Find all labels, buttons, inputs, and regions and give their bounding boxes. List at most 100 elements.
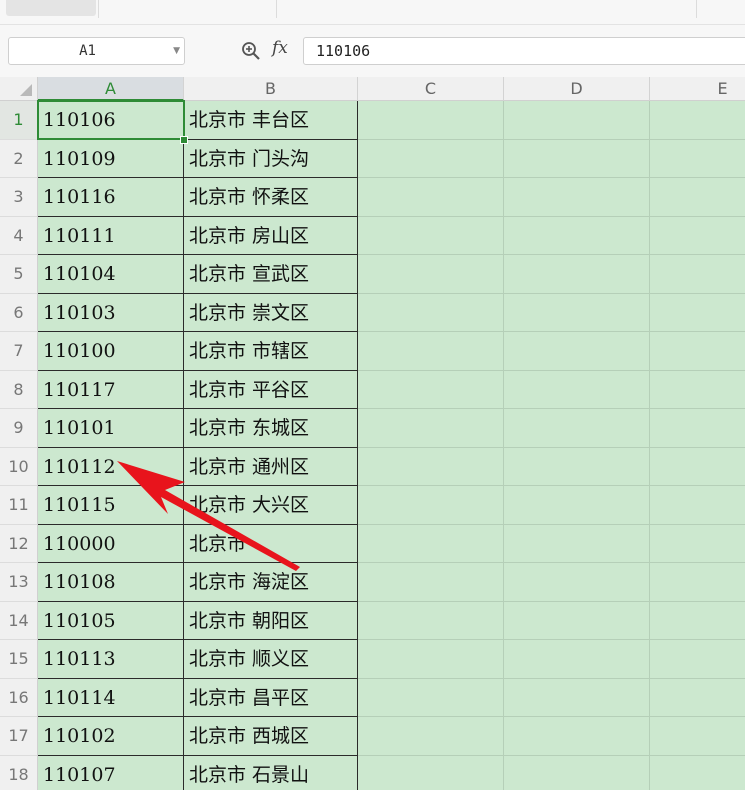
row-header[interactable]: 12 — [0, 524, 38, 563]
table-row: 6 110103 北京市 崇文区 — [0, 293, 745, 332]
table-row: 18 110107 北京市 石景山 — [0, 755, 745, 790]
spreadsheet-grid: A B C D E 1 110106 北京市 丰台区 2 110109 北京市 门头沟 3 1… — [0, 77, 745, 790]
name-box-value: A1 — [79, 43, 96, 59]
column-header-a[interactable]: A — [38, 77, 184, 101]
column-header-e[interactable]: E — [650, 77, 745, 101]
cell-b[interactable]: 北京市 西城区 — [184, 717, 358, 756]
row-header[interactable]: 15 — [0, 640, 38, 679]
cell-b[interactable]: 北京市 宣武区 — [184, 255, 358, 294]
toolbar-button-7[interactable] — [548, 0, 690, 16]
row-header[interactable]: 3 — [0, 178, 38, 217]
table-row: 7 110100 北京市 市辖区 — [0, 332, 745, 371]
cell-b[interactable]: 北京市 朝阳区 — [184, 601, 358, 640]
cell-b[interactable]: 北京市 海淀区 — [184, 563, 358, 602]
toolbar-separator — [98, 0, 99, 18]
name-box[interactable]: A1 ▼ — [8, 37, 185, 65]
row-header[interactable]: 16 — [0, 678, 38, 717]
toolbar-button-6[interactable] — [466, 0, 540, 16]
formula-input[interactable]: 110106 — [303, 37, 745, 65]
cell-a[interactable]: 110109 — [38, 139, 184, 178]
cell-a[interactable]: 110000 — [38, 524, 184, 563]
cell-a[interactable]: 110102 — [38, 717, 184, 756]
table-row: 17 110102 北京市 西城区 — [0, 717, 745, 756]
fill-handle[interactable] — [180, 136, 188, 144]
cell-a[interactable]: 110116 — [38, 178, 184, 217]
table-row: 8 110117 北京市 平谷区 — [0, 370, 745, 409]
column-header-d[interactable]: D — [504, 77, 650, 101]
cell-a[interactable]: 110117 — [38, 370, 184, 409]
table-row: 5 110104 北京市 宣武区 — [0, 255, 745, 294]
fx-icon[interactable]: fx — [272, 38, 288, 58]
cell-b[interactable]: 北京市 平谷区 — [184, 370, 358, 409]
column-header-c[interactable]: C — [358, 77, 504, 101]
row-header[interactable]: 10 — [0, 447, 38, 486]
row-header[interactable]: 8 — [0, 370, 38, 409]
toolbar-button-8[interactable] — [704, 0, 745, 16]
cell-a[interactable]: 110104 — [38, 255, 184, 294]
zoom-magnifier-icon[interactable] — [241, 41, 263, 61]
cell-a[interactable]: 110103 — [38, 293, 184, 332]
table-row: 1 110106 北京市 丰台区 — [0, 101, 745, 140]
cell-b[interactable]: 北京市 昌平区 — [184, 678, 358, 717]
row-header[interactable]: 17 — [0, 717, 38, 756]
cell-a[interactable]: 110100 — [38, 332, 184, 371]
table-row: 15 110113 北京市 顺义区 — [0, 640, 745, 679]
toolbar-button-4[interactable] — [284, 0, 356, 16]
row-header[interactable]: 2 — [0, 139, 38, 178]
table-row: 16 110114 北京市 昌平区 — [0, 678, 745, 717]
table-row: 10 110112 北京市 通州区 — [0, 447, 745, 486]
row-header[interactable]: 1 — [0, 101, 38, 140]
toolbar-button-1[interactable] — [6, 0, 96, 16]
cell-b[interactable]: 北京市 房山区 — [184, 216, 358, 255]
cell-b[interactable]: 北京市 东城区 — [184, 409, 358, 448]
table-row: 14 110105 北京市 朝阳区 — [0, 601, 745, 640]
cell-b[interactable]: 北京市 通州区 — [184, 447, 358, 486]
table-row: 2 110109 北京市 门头沟 — [0, 139, 745, 178]
select-all-triangle-icon — [20, 84, 32, 96]
cell-a[interactable]: 110108 — [38, 563, 184, 602]
cell-a[interactable]: 110107 — [38, 755, 184, 790]
select-all-corner[interactable] — [0, 77, 38, 101]
cell-b[interactable]: 北京市 石景山 — [184, 755, 358, 790]
row-header[interactable]: 6 — [0, 293, 38, 332]
row-header[interactable]: 9 — [0, 409, 38, 448]
row-header[interactable]: 11 — [0, 486, 38, 525]
table-row: 13 110108 北京市 海淀区 — [0, 563, 745, 602]
chevron-down-icon[interactable]: ▼ — [173, 38, 180, 64]
toolbar-separator — [696, 0, 697, 18]
row-header[interactable]: 5 — [0, 255, 38, 294]
cell-b[interactable]: 北京市 丰台区 — [184, 101, 358, 140]
ribbon-toolbar — [0, 0, 745, 25]
formula-bar: A1 ▼ fx 110106 — [0, 25, 745, 77]
cell-b[interactable]: 北京市 门头沟 — [184, 139, 358, 178]
cell-b[interactable]: 北京市 市辖区 — [184, 332, 358, 371]
toolbar-button-5[interactable] — [366, 0, 460, 16]
column-header-b[interactable]: B — [184, 77, 358, 101]
cell-b[interactable]: 北京市 崇文区 — [184, 293, 358, 332]
cell-b[interactable]: 北京市 大兴区 — [184, 486, 358, 525]
cell-a[interactable]: 110115 — [38, 486, 184, 525]
toolbar-button-3[interactable] — [182, 0, 278, 16]
table-row: 3 110116 北京市 怀柔区 — [0, 178, 745, 217]
row-header[interactable]: 14 — [0, 601, 38, 640]
cell-b[interactable]: 北京市 — [184, 524, 358, 563]
cell-b[interactable]: 北京市 怀柔区 — [184, 178, 358, 217]
cell-a[interactable]: 110111 — [38, 216, 184, 255]
cell-b[interactable]: 北京市 顺义区 — [184, 640, 358, 679]
toolbar-separator — [276, 0, 277, 18]
table-row: 12 110000 北京市 — [0, 524, 745, 563]
cell-a[interactable]: 110105 — [38, 601, 184, 640]
toolbar-button-2[interactable] — [106, 0, 182, 16]
row-header[interactable]: 13 — [0, 563, 38, 602]
cell-a[interactable]: 110112 — [38, 447, 184, 486]
cell-a[interactable]: 110101 — [38, 409, 184, 448]
row-header[interactable]: 7 — [0, 332, 38, 371]
row-header[interactable]: 18 — [0, 755, 38, 790]
cell-a[interactable]: 110113 — [38, 640, 184, 679]
cell-a[interactable]: 110106 — [38, 101, 184, 140]
table-row: 4 110111 北京市 房山区 — [0, 216, 745, 255]
table-row: 9 110101 北京市 东城区 — [0, 409, 745, 448]
row-header[interactable]: 4 — [0, 216, 38, 255]
cell-a[interactable]: 110114 — [38, 678, 184, 717]
table-row: 11 110115 北京市 大兴区 — [0, 486, 745, 525]
